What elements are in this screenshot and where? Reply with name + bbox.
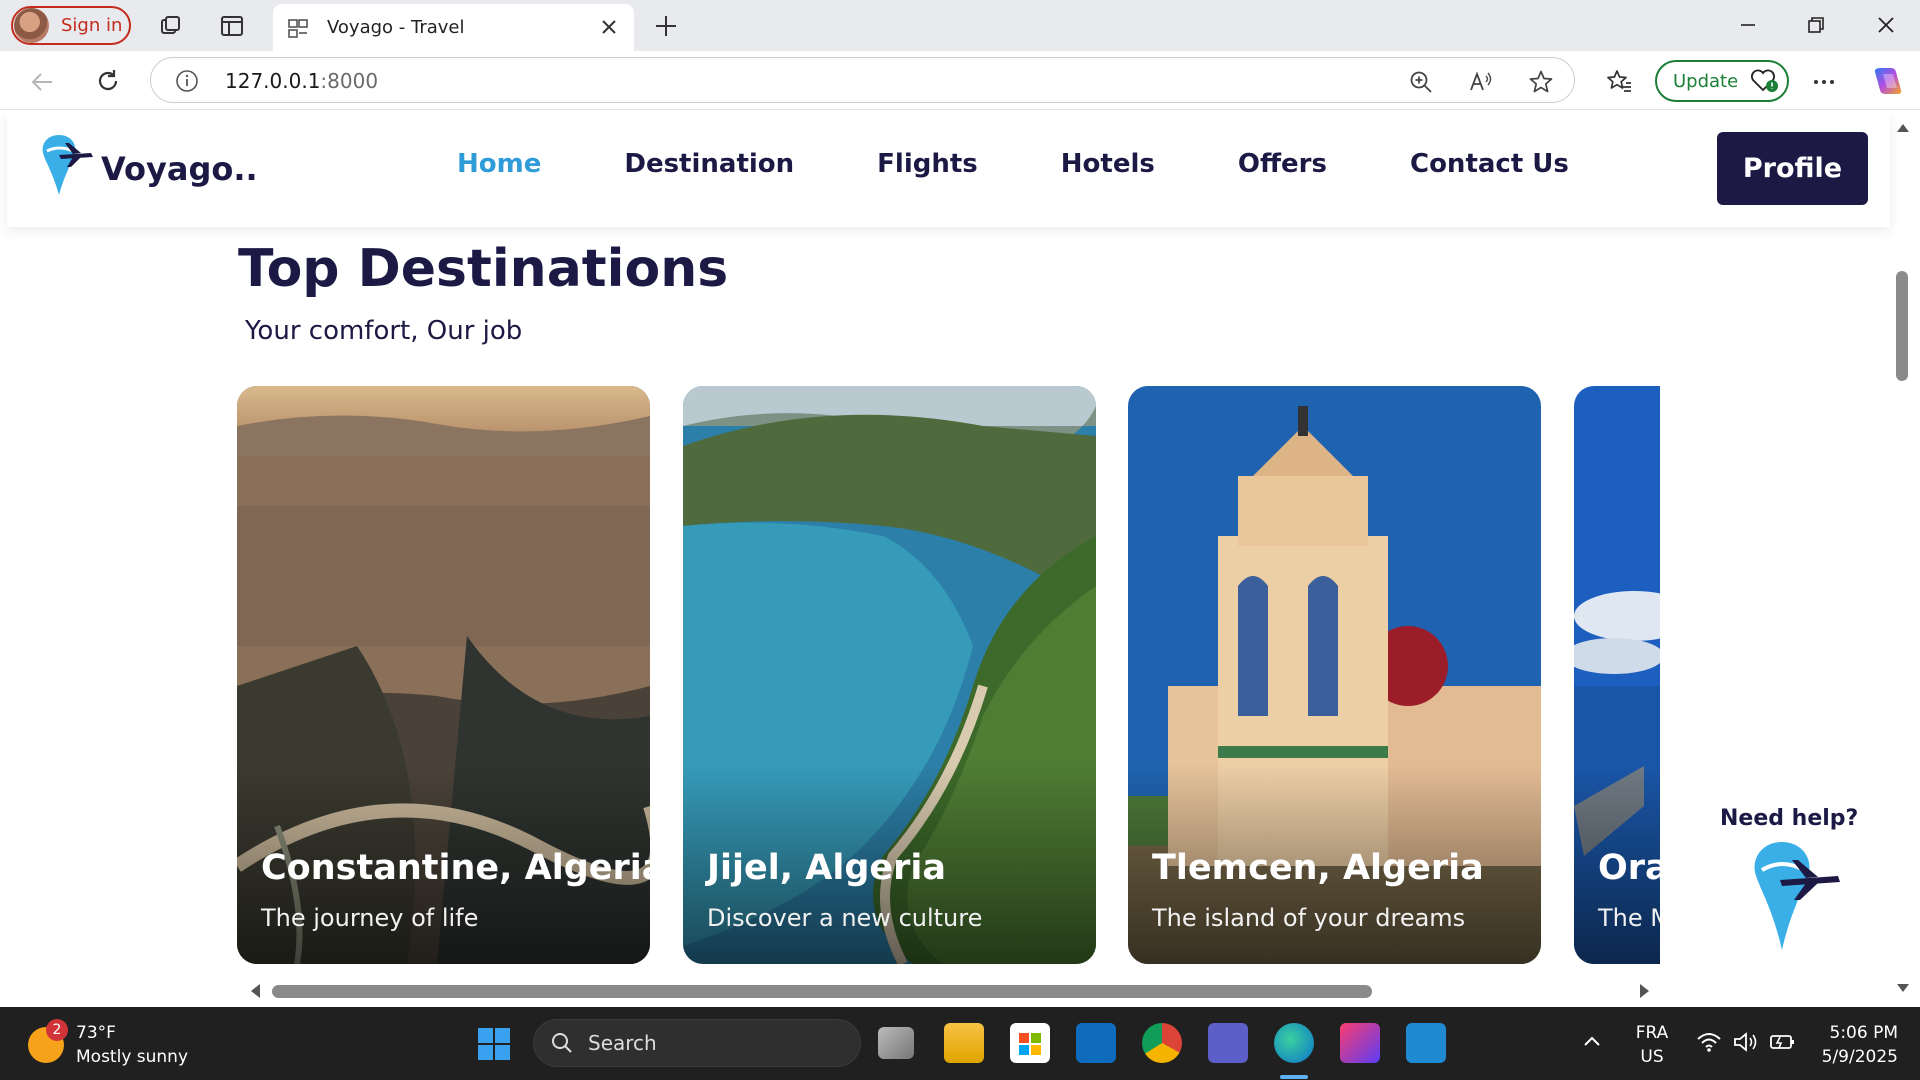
update-heart-icon: [1751, 69, 1779, 92]
new-tab-icon[interactable]: [650, 10, 682, 42]
system-clock[interactable]: 5:06 PM 5/9/2025: [1818, 1021, 1898, 1069]
page-scrollbar-thumb[interactable]: [1896, 271, 1908, 381]
outlook-icon[interactable]: [1076, 1023, 1116, 1063]
wifi-icon[interactable]: [1696, 1031, 1722, 1053]
close-window-icon[interactable]: [1866, 8, 1906, 42]
back-icon[interactable]: [28, 68, 56, 96]
card-subtitle: The island of your dreams: [1152, 904, 1466, 932]
sign-in-label: Sign in: [61, 15, 123, 36]
intellij-icon[interactable]: [1340, 1023, 1380, 1063]
destination-card-constantine[interactable]: Constantine, Algeria The journey of life: [237, 386, 650, 964]
update-button[interactable]: Update: [1655, 60, 1789, 102]
destination-card-tlemcen[interactable]: Tlemcen, Algeria The island of your drea…: [1128, 386, 1541, 964]
carousel-scrollbar[interactable]: [237, 977, 1660, 1001]
favorite-star-icon[interactable]: [1528, 69, 1554, 95]
destination-carousel[interactable]: Constantine, Algeria The journey of life…: [237, 386, 1660, 966]
sign-in-button[interactable]: Sign in: [11, 6, 131, 45]
site-info-icon[interactable]: [175, 69, 199, 93]
avatar: [14, 8, 49, 43]
windows-start-icon[interactable]: [477, 1027, 511, 1061]
card-title: Ora: [1598, 848, 1660, 888]
logo-pin-plane-icon: [42, 135, 93, 195]
vscode-icon[interactable]: [1406, 1023, 1446, 1063]
site-logo[interactable]: Voyago..: [39, 131, 258, 199]
weather-temperature: 73°F: [76, 1023, 116, 1043]
card-title: Tlemcen, Algeria: [1152, 848, 1484, 888]
need-help-label[interactable]: Need help?: [1720, 806, 1858, 831]
address-bar[interactable]: 127.0.0.1:8000: [150, 57, 1575, 103]
teams-icon[interactable]: [1208, 1023, 1248, 1063]
page-scrollbar[interactable]: [1890, 111, 1920, 1007]
page-viewport: Voyago.. Home Destination Flights Hotels…: [0, 111, 1920, 1007]
search-icon: [552, 1033, 572, 1053]
battery-icon[interactable]: [1768, 1031, 1796, 1053]
help-chat-icon[interactable]: [1740, 836, 1840, 956]
edge-icon[interactable]: [1274, 1023, 1314, 1063]
task-view-icon[interactable]: [878, 1027, 914, 1059]
card-subtitle: The M: [1598, 904, 1660, 932]
more-options-icon[interactable]: [1810, 68, 1838, 96]
url-text: 127.0.0.1:8000: [225, 69, 379, 93]
vertical-tabs-icon[interactable]: [216, 10, 248, 42]
nav-flights[interactable]: Flights: [877, 149, 978, 179]
card-subtitle: The journey of life: [261, 904, 479, 932]
scroll-up-icon[interactable]: [1896, 123, 1910, 133]
nav-home[interactable]: Home: [457, 149, 541, 179]
taskbar-search[interactable]: Search: [533, 1019, 861, 1067]
restore-icon[interactable]: [1796, 8, 1836, 42]
screen: Sign in Voyago - Travel 127.0.0.1:8000 U…: [0, 0, 1920, 1080]
close-tab-icon[interactable]: [598, 16, 620, 38]
weather-widget[interactable]: 2 73°F Mostly sunny: [28, 1019, 189, 1069]
nav-destination[interactable]: Destination: [624, 149, 794, 179]
tab-title: Voyago - Travel: [327, 17, 465, 38]
browser-tab-strip: Sign in Voyago - Travel: [0, 0, 1920, 51]
tab-favicon-icon: [288, 18, 308, 38]
main-nav: Home Destination Flights Hotels Offers C…: [457, 149, 1652, 179]
language-indicator[interactable]: FRA US: [1635, 1021, 1669, 1069]
section-subtitle: Your comfort, Our job: [245, 316, 523, 346]
clock-date: 5/9/2025: [1821, 1047, 1898, 1067]
file-explorer-icon[interactable]: [944, 1023, 984, 1063]
clock-time: 5:06 PM: [1829, 1023, 1899, 1043]
zoom-icon[interactable]: [1408, 69, 1434, 95]
read-aloud-icon[interactable]: [1468, 69, 1494, 95]
update-label: Update: [1673, 70, 1739, 92]
search-label: Search: [588, 1031, 657, 1055]
chrome-icon[interactable]: [1142, 1023, 1182, 1063]
nav-offers[interactable]: Offers: [1238, 149, 1327, 179]
site-header: Voyago.. Home Destination Flights Hotels…: [7, 111, 1890, 227]
scroll-left-icon[interactable]: [249, 983, 261, 999]
browser-toolbar: 127.0.0.1:8000 Update: [0, 51, 1920, 110]
logo-text: Voyago..: [101, 150, 258, 188]
nav-hotels[interactable]: Hotels: [1061, 149, 1155, 179]
card-title: Jijel, Algeria: [707, 848, 946, 888]
favorites-icon[interactable]: [1605, 68, 1633, 96]
weather-sun-icon: 2: [28, 1019, 68, 1063]
edge-active-indicator: [1280, 1075, 1308, 1079]
minimize-icon[interactable]: [1728, 8, 1768, 42]
nav-contact-us[interactable]: Contact Us: [1410, 149, 1569, 179]
profile-button[interactable]: Profile: [1717, 132, 1868, 205]
workspaces-icon[interactable]: [155, 10, 187, 42]
card-subtitle: Discover a new culture: [707, 904, 983, 932]
weather-badge: 2: [46, 1019, 68, 1041]
volume-icon[interactable]: [1732, 1031, 1758, 1053]
scroll-down-icon[interactable]: [1896, 983, 1910, 993]
destination-card-oran[interactable]: Ora The M: [1574, 386, 1660, 964]
destination-card-jijel[interactable]: Jijel, Algeria Discover a new culture: [683, 386, 1096, 964]
active-tab[interactable]: Voyago - Travel: [273, 4, 634, 51]
taskbar: 2 73°F Mostly sunny Search FRA US 5:06 P…: [0, 1007, 1920, 1080]
show-hidden-icons-icon[interactable]: [1582, 1033, 1602, 1049]
copilot-icon[interactable]: [1871, 64, 1905, 98]
scroll-right-icon[interactable]: [1639, 983, 1651, 999]
card-title: Constantine, Algeria: [261, 848, 650, 888]
section-title: Top Destinations: [238, 239, 729, 299]
microsoft-store-icon[interactable]: [1010, 1023, 1050, 1063]
scrollbar-thumb[interactable]: [272, 985, 1372, 998]
weather-condition: Mostly sunny: [76, 1047, 189, 1067]
refresh-icon[interactable]: [94, 67, 122, 95]
